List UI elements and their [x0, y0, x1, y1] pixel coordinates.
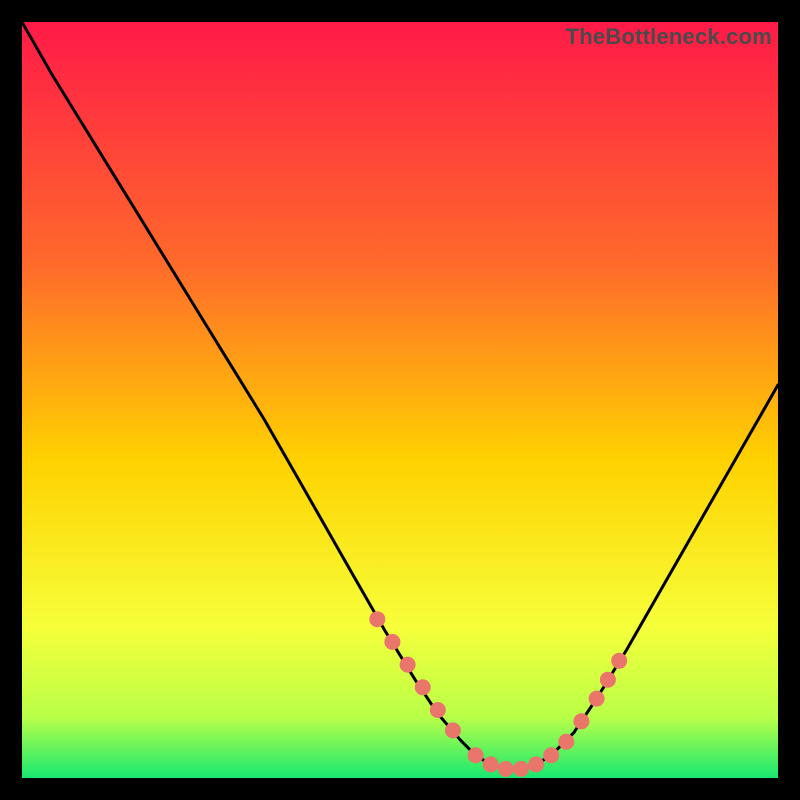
- marker-point: [400, 657, 416, 673]
- marker-point: [430, 702, 446, 718]
- gradient-plot: [22, 22, 778, 778]
- marker-point: [611, 653, 627, 669]
- marker-point: [558, 734, 574, 750]
- marker-point: [415, 679, 431, 695]
- chart-frame: TheBottleneck.com: [22, 22, 778, 778]
- marker-point: [468, 747, 484, 763]
- marker-point: [498, 761, 514, 777]
- marker-point: [543, 747, 559, 763]
- marker-point: [369, 611, 385, 627]
- marker-point: [600, 672, 616, 688]
- marker-point: [445, 722, 461, 738]
- marker-point: [513, 761, 529, 777]
- watermark-text: TheBottleneck.com: [566, 24, 772, 50]
- marker-point: [384, 634, 400, 650]
- marker-point: [573, 713, 589, 729]
- marker-point: [483, 756, 499, 772]
- marker-point: [528, 756, 544, 772]
- marker-point: [589, 691, 605, 707]
